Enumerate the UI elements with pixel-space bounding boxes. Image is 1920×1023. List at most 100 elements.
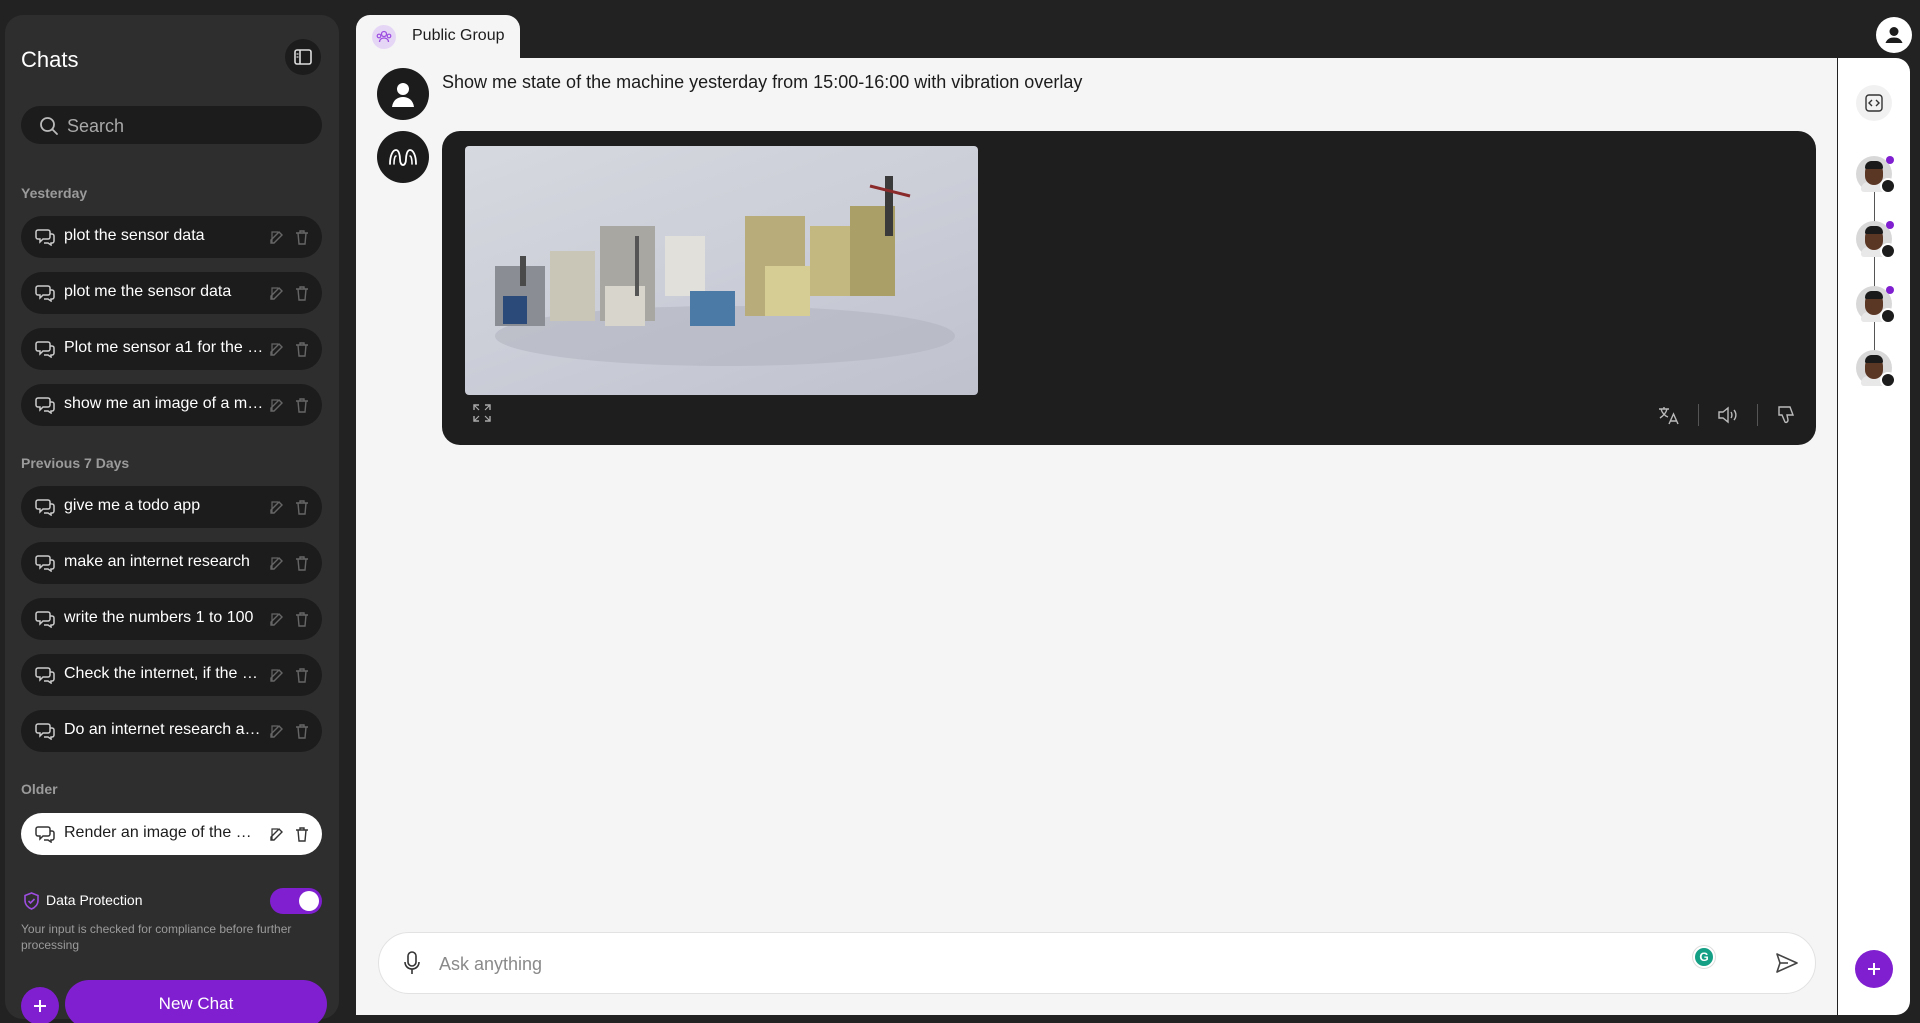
group-icon <box>372 25 396 49</box>
add-agent-button[interactable] <box>1855 950 1893 988</box>
section-label-older: Older <box>21 781 58 797</box>
microphone-icon[interactable] <box>403 951 421 975</box>
edit-icon[interactable] <box>269 499 285 515</box>
trash-icon[interactable] <box>295 229 309 245</box>
assistant-avatar <box>377 131 429 183</box>
status-dot <box>1886 156 1894 164</box>
translate-icon[interactable] <box>1658 405 1680 425</box>
sidebar-toggle-button[interactable] <box>285 39 321 75</box>
chat-item-label: show me an image of a machine <box>64 395 264 412</box>
right-rail <box>1838 58 1910 1015</box>
data-protection-label: Data Protection <box>46 892 143 908</box>
chat-bubble-icon <box>35 499 55 516</box>
add-button[interactable] <box>21 987 59 1023</box>
tab-label: Public Group <box>412 27 505 44</box>
trash-icon[interactable] <box>295 397 309 413</box>
trash-icon[interactable] <box>295 555 309 571</box>
agent-avatar[interactable] <box>1856 286 1896 324</box>
agent-badge-icon <box>1880 243 1896 259</box>
speaker-icon[interactable] <box>1717 405 1739 425</box>
send-icon[interactable] <box>1775 951 1799 975</box>
shield-icon <box>24 892 39 910</box>
search-box[interactable]: Search <box>21 106 322 144</box>
data-protection-description: Your input is checked for compliance bef… <box>21 922 292 952</box>
code-view-button[interactable] <box>1856 85 1892 121</box>
chat-item[interactable]: show me an image of a machine <box>21 384 322 426</box>
data-protection-toggle[interactable] <box>270 888 322 914</box>
chat-item[interactable]: plot me the sensor data <box>21 272 322 314</box>
data-protection-row: Data Protection <box>21 885 322 915</box>
chat-item-label: Render an image of the machine <box>64 824 264 841</box>
agent-badge-icon <box>1880 308 1896 324</box>
edit-icon[interactable] <box>269 229 285 245</box>
chat-item[interactable]: plot the sensor data <box>21 216 322 258</box>
machine-image[interactable] <box>465 146 978 395</box>
trash-icon[interactable] <box>295 723 309 739</box>
chat-bubble-icon <box>35 723 55 740</box>
chat-item[interactable]: write the numbers 1 to 100 <box>21 598 322 640</box>
status-dot <box>1886 221 1894 229</box>
assistant-response-card <box>442 131 1816 445</box>
edit-icon[interactable] <box>269 611 285 627</box>
chat-item[interactable]: make an internet research <box>21 542 322 584</box>
edit-icon[interactable] <box>269 397 285 413</box>
chat-item-label: write the numbers 1 to 100 <box>64 609 254 626</box>
machine-illustration <box>495 176 955 366</box>
action-separator <box>1757 404 1758 426</box>
chat-bubble-icon <box>35 285 55 302</box>
agent-avatar[interactable] <box>1856 350 1896 388</box>
assistant-logo-icon <box>389 149 417 166</box>
edit-icon[interactable] <box>269 723 285 739</box>
user-icon <box>392 83 414 107</box>
chat-bubble-icon <box>35 555 55 572</box>
chat-item-label: plot me the sensor data <box>64 283 232 300</box>
status-dot <box>1886 286 1894 294</box>
new-chat-button[interactable]: New Chat <box>65 980 327 1023</box>
agent-connector-line <box>1874 176 1875 366</box>
expand-icon[interactable] <box>473 404 491 422</box>
edit-icon[interactable] <box>269 667 285 683</box>
tab-public-group[interactable]: Public Group <box>356 15 520 60</box>
section-label-previous-7-days: Previous 7 Days <box>21 455 130 471</box>
search-input[interactable]: Search <box>67 116 124 137</box>
message-input[interactable] <box>439 949 1679 979</box>
edit-icon[interactable] <box>269 555 285 571</box>
section-label-yesterday: Yesterday <box>21 185 88 201</box>
trash-icon[interactable] <box>295 341 309 357</box>
agent-badge-icon <box>1880 372 1896 388</box>
thumbs-down-icon[interactable] <box>1776 405 1796 425</box>
chat-item[interactable]: Do an internet research about <box>21 710 322 752</box>
chat-item[interactable]: Plot me sensor a1 for the last hour <box>21 328 322 370</box>
trash-icon[interactable] <box>295 667 309 683</box>
chat-item[interactable]: give me a todo app <box>21 486 322 528</box>
user-profile-button[interactable] <box>1876 17 1912 53</box>
user-icon <box>1881 22 1907 48</box>
sidebar: Chats Search Yesterday plot the sensor d… <box>5 15 339 1023</box>
sidebar-header: Chats <box>21 39 321 87</box>
trash-icon[interactable] <box>295 826 309 842</box>
chat-item-label: make an internet research <box>64 553 250 570</box>
edit-icon[interactable] <box>269 826 285 842</box>
grammarly-icon[interactable]: G <box>1693 946 1715 968</box>
chat-item-active[interactable]: Render an image of the machine <box>21 813 322 855</box>
code-icon <box>1865 94 1883 112</box>
chat-item-label: Check the internet, if the weather <box>64 665 264 682</box>
agent-avatar[interactable] <box>1856 156 1896 194</box>
chat-item-label: Do an internet research about <box>64 721 264 738</box>
agent-badge-icon <box>1880 178 1896 194</box>
chat-bubble-icon <box>35 826 55 843</box>
chat-item-label: Plot me sensor a1 for the last hour <box>64 339 264 356</box>
conversation-panel: Show me state of the machine yesterday f… <box>356 58 1837 1015</box>
response-actions <box>1658 403 1796 427</box>
agent-avatar[interactable] <box>1856 221 1896 259</box>
trash-icon[interactable] <box>295 285 309 301</box>
plus-icon <box>1868 963 1880 975</box>
chat-item[interactable]: Check the internet, if the weather <box>21 654 322 696</box>
trash-icon[interactable] <box>295 611 309 627</box>
action-separator <box>1698 404 1699 426</box>
edit-icon[interactable] <box>269 341 285 357</box>
trash-icon[interactable] <box>295 499 309 515</box>
plus-icon <box>34 1000 46 1012</box>
edit-icon[interactable] <box>269 285 285 301</box>
chat-item-label: give me a todo app <box>64 497 201 514</box>
